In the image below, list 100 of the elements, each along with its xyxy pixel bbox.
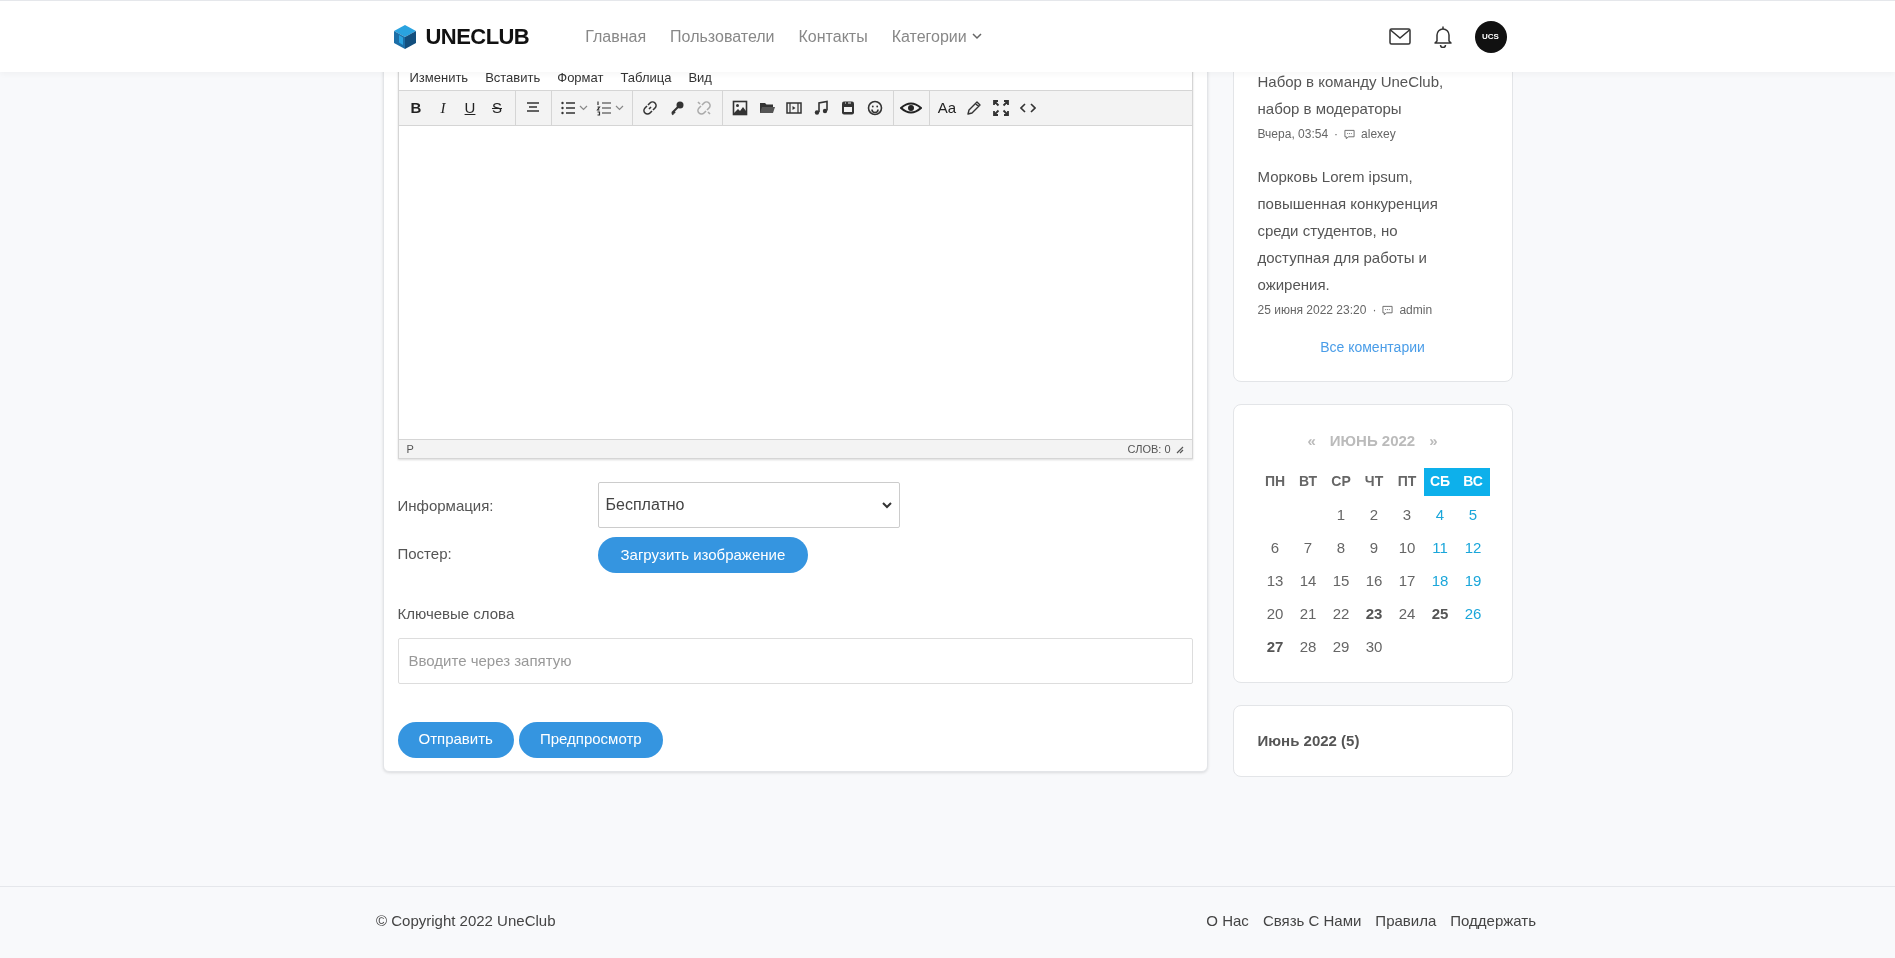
menu-item[interactable]: Вид <box>688 68 712 88</box>
weekday-header: СР <box>1330 472 1352 491</box>
calendar-day: 21 <box>1291 597 1325 631</box>
comment-text[interactable]: Морковь Lorem ipsum, повышенная конкуренция среди студентов, но доступная для работы и ожирения. <box>1257 163 1470 298</box>
music-note-icon <box>813 100 829 116</box>
field-label: Ключевые слова <box>397 604 516 624</box>
calendar-day: 5 <box>1456 498 1490 532</box>
comment-icon <box>1344 128 1356 140</box>
field-label: Постер: <box>397 544 453 564</box>
comment-date: Вчера, 03:54 <box>1257 126 1329 143</box>
mail-icon[interactable] <box>1388 28 1411 45</box>
toolbar-button[interactable]: U <box>456 94 484 122</box>
weekday-header: ВТ <box>1297 472 1319 491</box>
site-logo[interactable]: UNECLUB <box>425 20 530 53</box>
toolbar-button[interactable]: S <box>483 94 511 122</box>
calendar-day: 12 <box>1456 531 1490 565</box>
calendar-day: 22 <box>1324 597 1358 631</box>
chevron-down-icon <box>881 501 892 509</box>
cube-logo-icon[interactable] <box>392 23 417 50</box>
calendar-day: 7 <box>1291 531 1325 565</box>
calendar-day: 19 <box>1456 564 1490 598</box>
calendar-month-title: ИЮНЬ 2022 <box>1329 431 1416 451</box>
calendar-day: 24 <box>1390 597 1424 631</box>
nav-link[interactable]: Главная <box>585 24 647 49</box>
separator-dot: · <box>1372 302 1377 319</box>
nav-link[interactable]: Пользователи <box>670 24 775 49</box>
calendar-day: 10 <box>1390 531 1424 565</box>
nav-link[interactable]: Категории <box>891 24 982 49</box>
menu-item[interactable]: Таблица <box>620 68 672 88</box>
comment-text[interactable]: Набор в команду UneClub, набор в модераторы <box>1257 68 1470 122</box>
comment-author[interactable]: alexey <box>1361 125 1396 143</box>
calendar-day[interactable]: 25 <box>1423 597 1457 631</box>
image-icon <box>732 100 748 116</box>
calendar-day: 28 <box>1291 630 1325 664</box>
calendar-day: 20 <box>1258 597 1292 631</box>
archive-link[interactable]: Июнь 2022 (5) <box>1257 729 1488 752</box>
comment-date: 25 июня 2022 23:20 <box>1257 302 1367 319</box>
footer-link[interactable]: Связь С Нами <box>1262 910 1362 933</box>
weekday-header: СБ <box>1423 467 1457 496</box>
bell-icon[interactable] <box>1432 25 1453 48</box>
pencil-icon <box>966 100 982 116</box>
caret-icon <box>614 105 624 111</box>
calendar-day: 1 <box>1324 498 1358 532</box>
menu-item[interactable]: Вставить <box>485 68 541 88</box>
menu-item[interactable]: Изменить <box>409 68 469 88</box>
menu-item[interactable]: Формат <box>557 68 604 88</box>
footer-link[interactable]: О Нас <box>1206 910 1249 933</box>
calendar-day: 11 <box>1423 531 1457 565</box>
weekday-header: ВС <box>1456 467 1490 496</box>
unlink-icon <box>696 100 712 116</box>
info-select[interactable]: Бесплатно <box>597 482 900 528</box>
user-avatar[interactable]: UCS <box>1474 20 1507 53</box>
calendar-day: 30 <box>1357 630 1391 664</box>
bullet-list-icon <box>559 100 576 116</box>
keywords-field[interactable]: Вводите через запятую <box>397 637 1193 684</box>
key-icon <box>669 100 685 116</box>
smiley-icon <box>867 100 883 116</box>
calendar-day: 17 <box>1390 564 1424 598</box>
calendar-day: 2 <box>1357 498 1391 532</box>
footer-link[interactable]: Поддержать <box>1450 910 1536 933</box>
field-label: Информация: <box>397 496 495 516</box>
nav-link[interactable]: Контакты <box>798 24 868 49</box>
calendar-day: 13 <box>1258 564 1292 598</box>
fullscreen-icon <box>993 100 1009 116</box>
video-embed-icon <box>840 100 856 116</box>
toolbar-button[interactable]: Aa <box>933 94 961 122</box>
element-path[interactable]: P <box>406 440 414 458</box>
calendar-day: 29 <box>1324 630 1358 664</box>
calendar-day: 18 <box>1423 564 1457 598</box>
word-count: СЛОВ: 0 <box>1127 441 1171 457</box>
calendar-day[interactable]: 27 <box>1258 630 1292 664</box>
caret-icon <box>578 105 588 111</box>
calendar-day: 8 <box>1324 531 1358 565</box>
calendar-day: 9 <box>1357 531 1391 565</box>
weekday-header: ПТ <box>1396 472 1418 491</box>
comment-icon <box>1382 304 1394 316</box>
footer-link[interactable]: Правила <box>1375 910 1437 933</box>
folder-icon <box>759 100 775 116</box>
chevron-down-icon <box>971 33 982 40</box>
weekday-header: ПН <box>1263 472 1287 491</box>
calendar-day: 4 <box>1423 498 1457 532</box>
numbered-list-icon <box>595 100 612 116</box>
calendar-day: 3 <box>1390 498 1424 532</box>
calendar-day: 16 <box>1357 564 1391 598</box>
preview-eye-icon <box>900 100 922 116</box>
link-icon <box>642 100 658 116</box>
weekday-header: ЧТ <box>1363 472 1385 491</box>
calendar-day: 6 <box>1258 531 1292 565</box>
calendar-day: 14 <box>1291 564 1325 598</box>
resize-handle-icon[interactable] <box>1174 444 1184 454</box>
calendar-day: 15 <box>1324 564 1358 598</box>
selected-value: Бесплатно <box>605 495 685 515</box>
toolbar-button[interactable]: B <box>402 94 430 122</box>
toolbar-button[interactable]: I <box>429 94 457 122</box>
separator-dot: · <box>1334 126 1339 143</box>
calendar-day: 26 <box>1456 597 1490 631</box>
copyright-text: © Copyright 2022 UneClub <box>376 911 556 932</box>
calendar-day[interactable]: 23 <box>1357 597 1391 631</box>
comment-author[interactable]: admin <box>1399 301 1433 319</box>
film-icon <box>786 100 802 116</box>
